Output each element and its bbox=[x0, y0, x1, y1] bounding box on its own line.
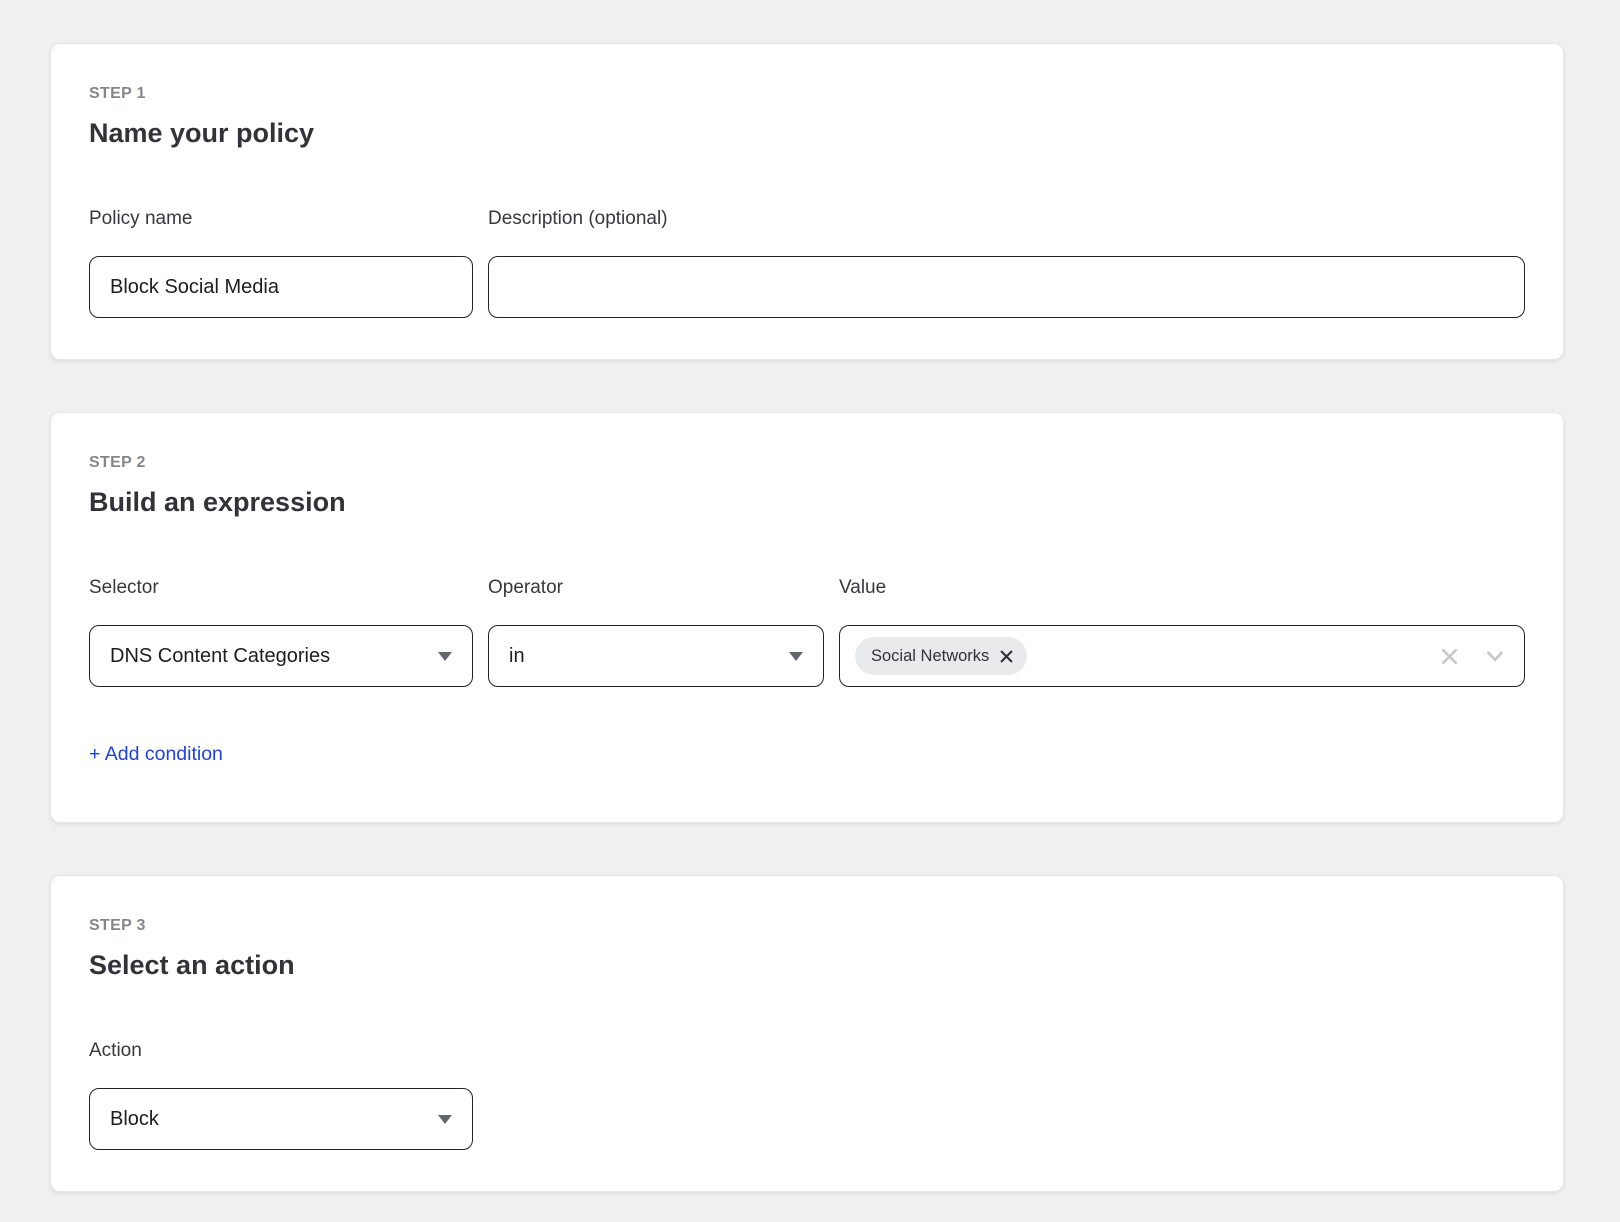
value-multiselect[interactable]: Social Networks bbox=[839, 625, 1525, 687]
step-3-card: STEP 3 Select an action Action Block bbox=[50, 875, 1564, 1192]
action-field: Action Block bbox=[89, 1039, 473, 1150]
dropdown-caret-icon bbox=[438, 1115, 452, 1124]
step-2-card: STEP 2 Build an expression Selector DNS … bbox=[50, 412, 1564, 823]
operator-field: Operator in bbox=[488, 576, 824, 687]
selector-dropdown-value: DNS Content Categories bbox=[110, 645, 330, 668]
description-field: Description (optional) bbox=[488, 207, 1525, 318]
step-2-title: Build an expression bbox=[89, 484, 1525, 520]
clear-value-icon[interactable] bbox=[1439, 646, 1460, 667]
action-dropdown-value: Block bbox=[110, 1108, 159, 1131]
selector-field: Selector DNS Content Categories bbox=[89, 576, 473, 687]
value-field: Value Social Networks bbox=[839, 576, 1525, 687]
step-1-label: STEP 1 bbox=[89, 84, 1525, 103]
policy-builder-page: STEP 1 Name your policy Policy name Desc… bbox=[0, 0, 1620, 1222]
expression-row: Selector DNS Content Categories Operator… bbox=[89, 576, 1525, 687]
selector-label: Selector bbox=[89, 576, 473, 600]
operator-dropdown-value: in bbox=[509, 645, 525, 668]
action-dropdown[interactable]: Block bbox=[89, 1088, 473, 1150]
operator-label: Operator bbox=[488, 576, 824, 600]
value-tag: Social Networks bbox=[855, 637, 1027, 675]
remove-tag-icon[interactable] bbox=[1000, 650, 1013, 663]
add-condition-link[interactable]: + Add condition bbox=[89, 742, 223, 766]
description-label: Description (optional) bbox=[488, 207, 1525, 231]
chevron-down-icon[interactable] bbox=[1484, 645, 1506, 667]
operator-dropdown[interactable]: in bbox=[488, 625, 824, 687]
step-1-title: Name your policy bbox=[89, 115, 1525, 151]
policy-name-input[interactable] bbox=[89, 256, 473, 318]
value-tag-text: Social Networks bbox=[871, 647, 989, 666]
description-input[interactable] bbox=[488, 256, 1525, 318]
dropdown-caret-icon bbox=[438, 652, 452, 661]
step-3-label: STEP 3 bbox=[89, 916, 1525, 935]
step-1-card: STEP 1 Name your policy Policy name Desc… bbox=[50, 43, 1564, 360]
selector-dropdown[interactable]: DNS Content Categories bbox=[89, 625, 473, 687]
name-fields-row: Policy name Description (optional) bbox=[89, 207, 1525, 318]
action-row: Action Block bbox=[89, 1039, 1525, 1150]
dropdown-caret-icon bbox=[789, 652, 803, 661]
policy-name-field: Policy name bbox=[89, 207, 473, 318]
step-3-title: Select an action bbox=[89, 947, 1525, 983]
action-label: Action bbox=[89, 1039, 473, 1063]
value-label: Value bbox=[839, 576, 1525, 600]
step-2-label: STEP 2 bbox=[89, 453, 1525, 472]
policy-name-label: Policy name bbox=[89, 207, 473, 231]
